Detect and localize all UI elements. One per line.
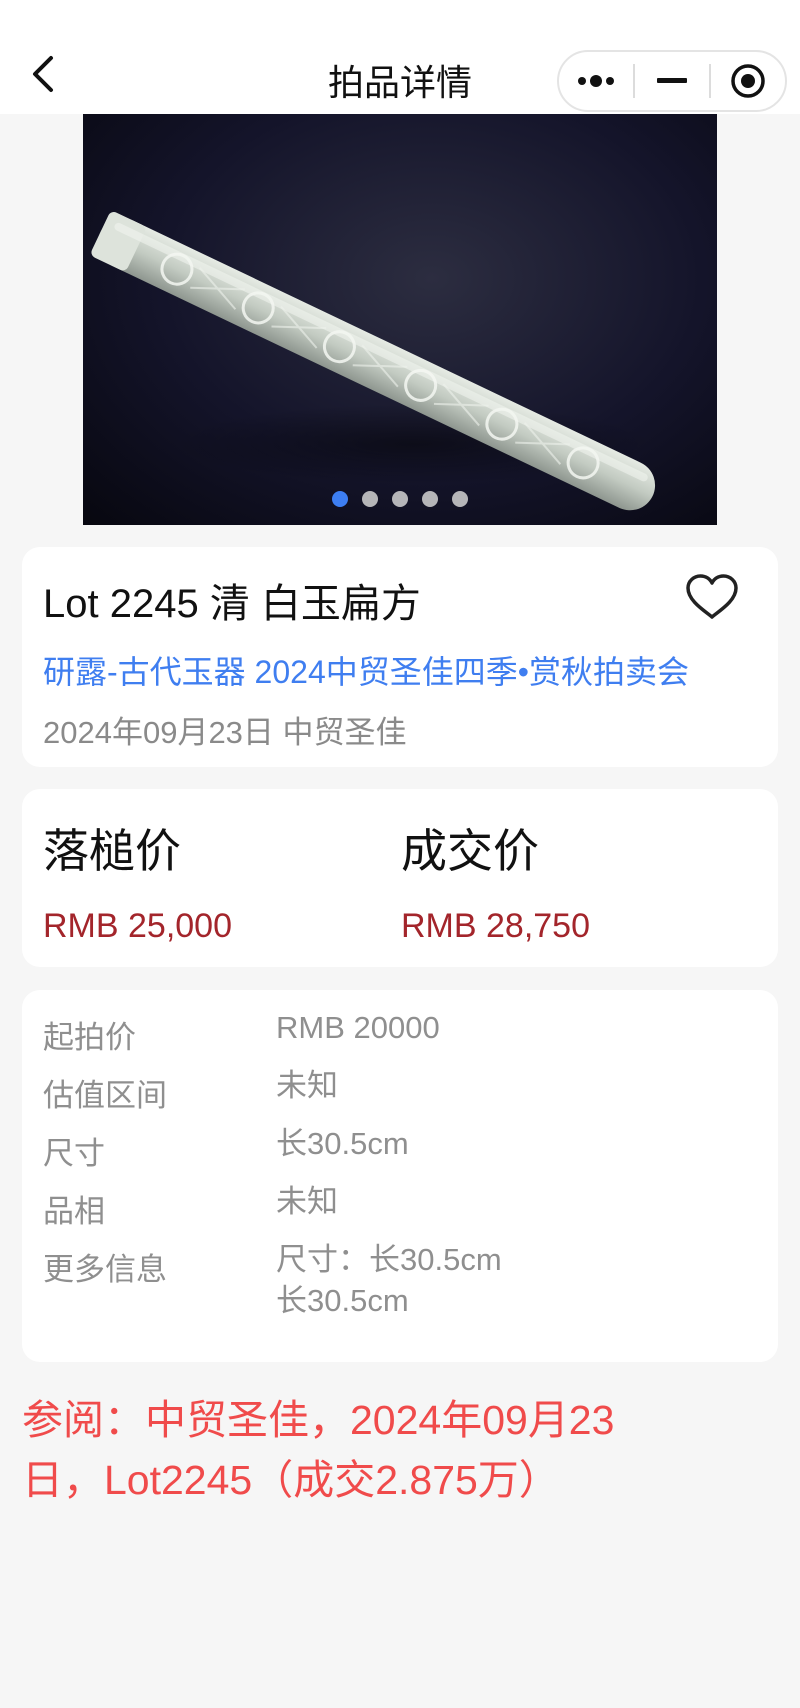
detail-value: RMB 20000	[276, 1010, 440, 1045]
hammer-price-label: 落槌价	[43, 825, 181, 877]
detail-value: 未知	[276, 1068, 338, 1103]
detail-label: 品相	[43, 1194, 105, 1229]
heart-outline-icon	[686, 574, 738, 619]
favorite-button[interactable]	[684, 571, 740, 623]
price-card: 落槌价 RMB 25,000 成交价 RMB 28,750	[22, 789, 778, 967]
lot-info-card: Lot 2245 清 白玉扁方 研露-古代玉器 2024中贸圣佳四季•赏秋拍卖会…	[22, 547, 778, 767]
top-nav-bar: 拍品详情	[0, 0, 800, 114]
lot-title: Lot 2245 清 白玉扁方	[43, 582, 421, 626]
minimize-icon	[657, 78, 687, 83]
reference-line: 参阅：中贸圣佳，2024年09月23	[22, 1397, 615, 1443]
minimize-button[interactable]	[635, 52, 709, 110]
sold-price-label: 成交价	[401, 825, 539, 877]
jade-hairpin-image	[91, 211, 656, 511]
more-dots-icon	[578, 75, 614, 87]
detail-value-continued: 长30.5cm	[276, 1283, 409, 1318]
detail-label: 估值区间	[43, 1078, 167, 1113]
carousel-dot[interactable]	[422, 491, 438, 507]
carousel-dot[interactable]	[362, 491, 378, 507]
auction-date-house: 2024年09月23日 中贸圣佳	[43, 715, 407, 750]
lot-image-carousel[interactable]	[83, 114, 717, 525]
reference-line: 日，Lot2245（成交2.875万）	[22, 1457, 560, 1503]
carousel-dot[interactable]	[332, 491, 348, 507]
carousel-dot[interactable]	[392, 491, 408, 507]
close-button[interactable]	[711, 52, 785, 110]
target-close-icon	[731, 64, 765, 98]
detail-value: 长30.5cm	[276, 1126, 409, 1161]
detail-value: 尺寸：长30.5cm	[276, 1242, 502, 1277]
detail-label: 尺寸	[43, 1136, 105, 1171]
hammer-price-block: 落槌价 RMB 25,000	[43, 815, 232, 946]
more-button[interactable]	[559, 52, 633, 110]
carousel-dot[interactable]	[452, 491, 468, 507]
sold-price-value: RMB 28,750	[401, 907, 590, 945]
detail-label: 更多信息	[43, 1252, 167, 1287]
hammer-price-value: RMB 25,000	[43, 907, 232, 945]
carousel-indicator	[83, 491, 717, 507]
lot-details-card: 起拍价 RMB 20000 估值区间 未知 尺寸 长30.5cm 品相 未知 更…	[22, 990, 778, 1362]
sold-price-block: 成交价 RMB 28,750	[401, 815, 590, 946]
auction-session-link[interactable]: 研露-古代玉器 2024中贸圣佳四季•赏秋拍卖会	[43, 647, 689, 693]
detail-label: 起拍价	[43, 1020, 136, 1055]
reference-note: 参阅：中贸圣佳，2024年09月23 日，Lot2245（成交2.875万）	[22, 1390, 762, 1510]
mini-program-capsule	[557, 50, 787, 112]
detail-value: 未知	[276, 1184, 338, 1219]
